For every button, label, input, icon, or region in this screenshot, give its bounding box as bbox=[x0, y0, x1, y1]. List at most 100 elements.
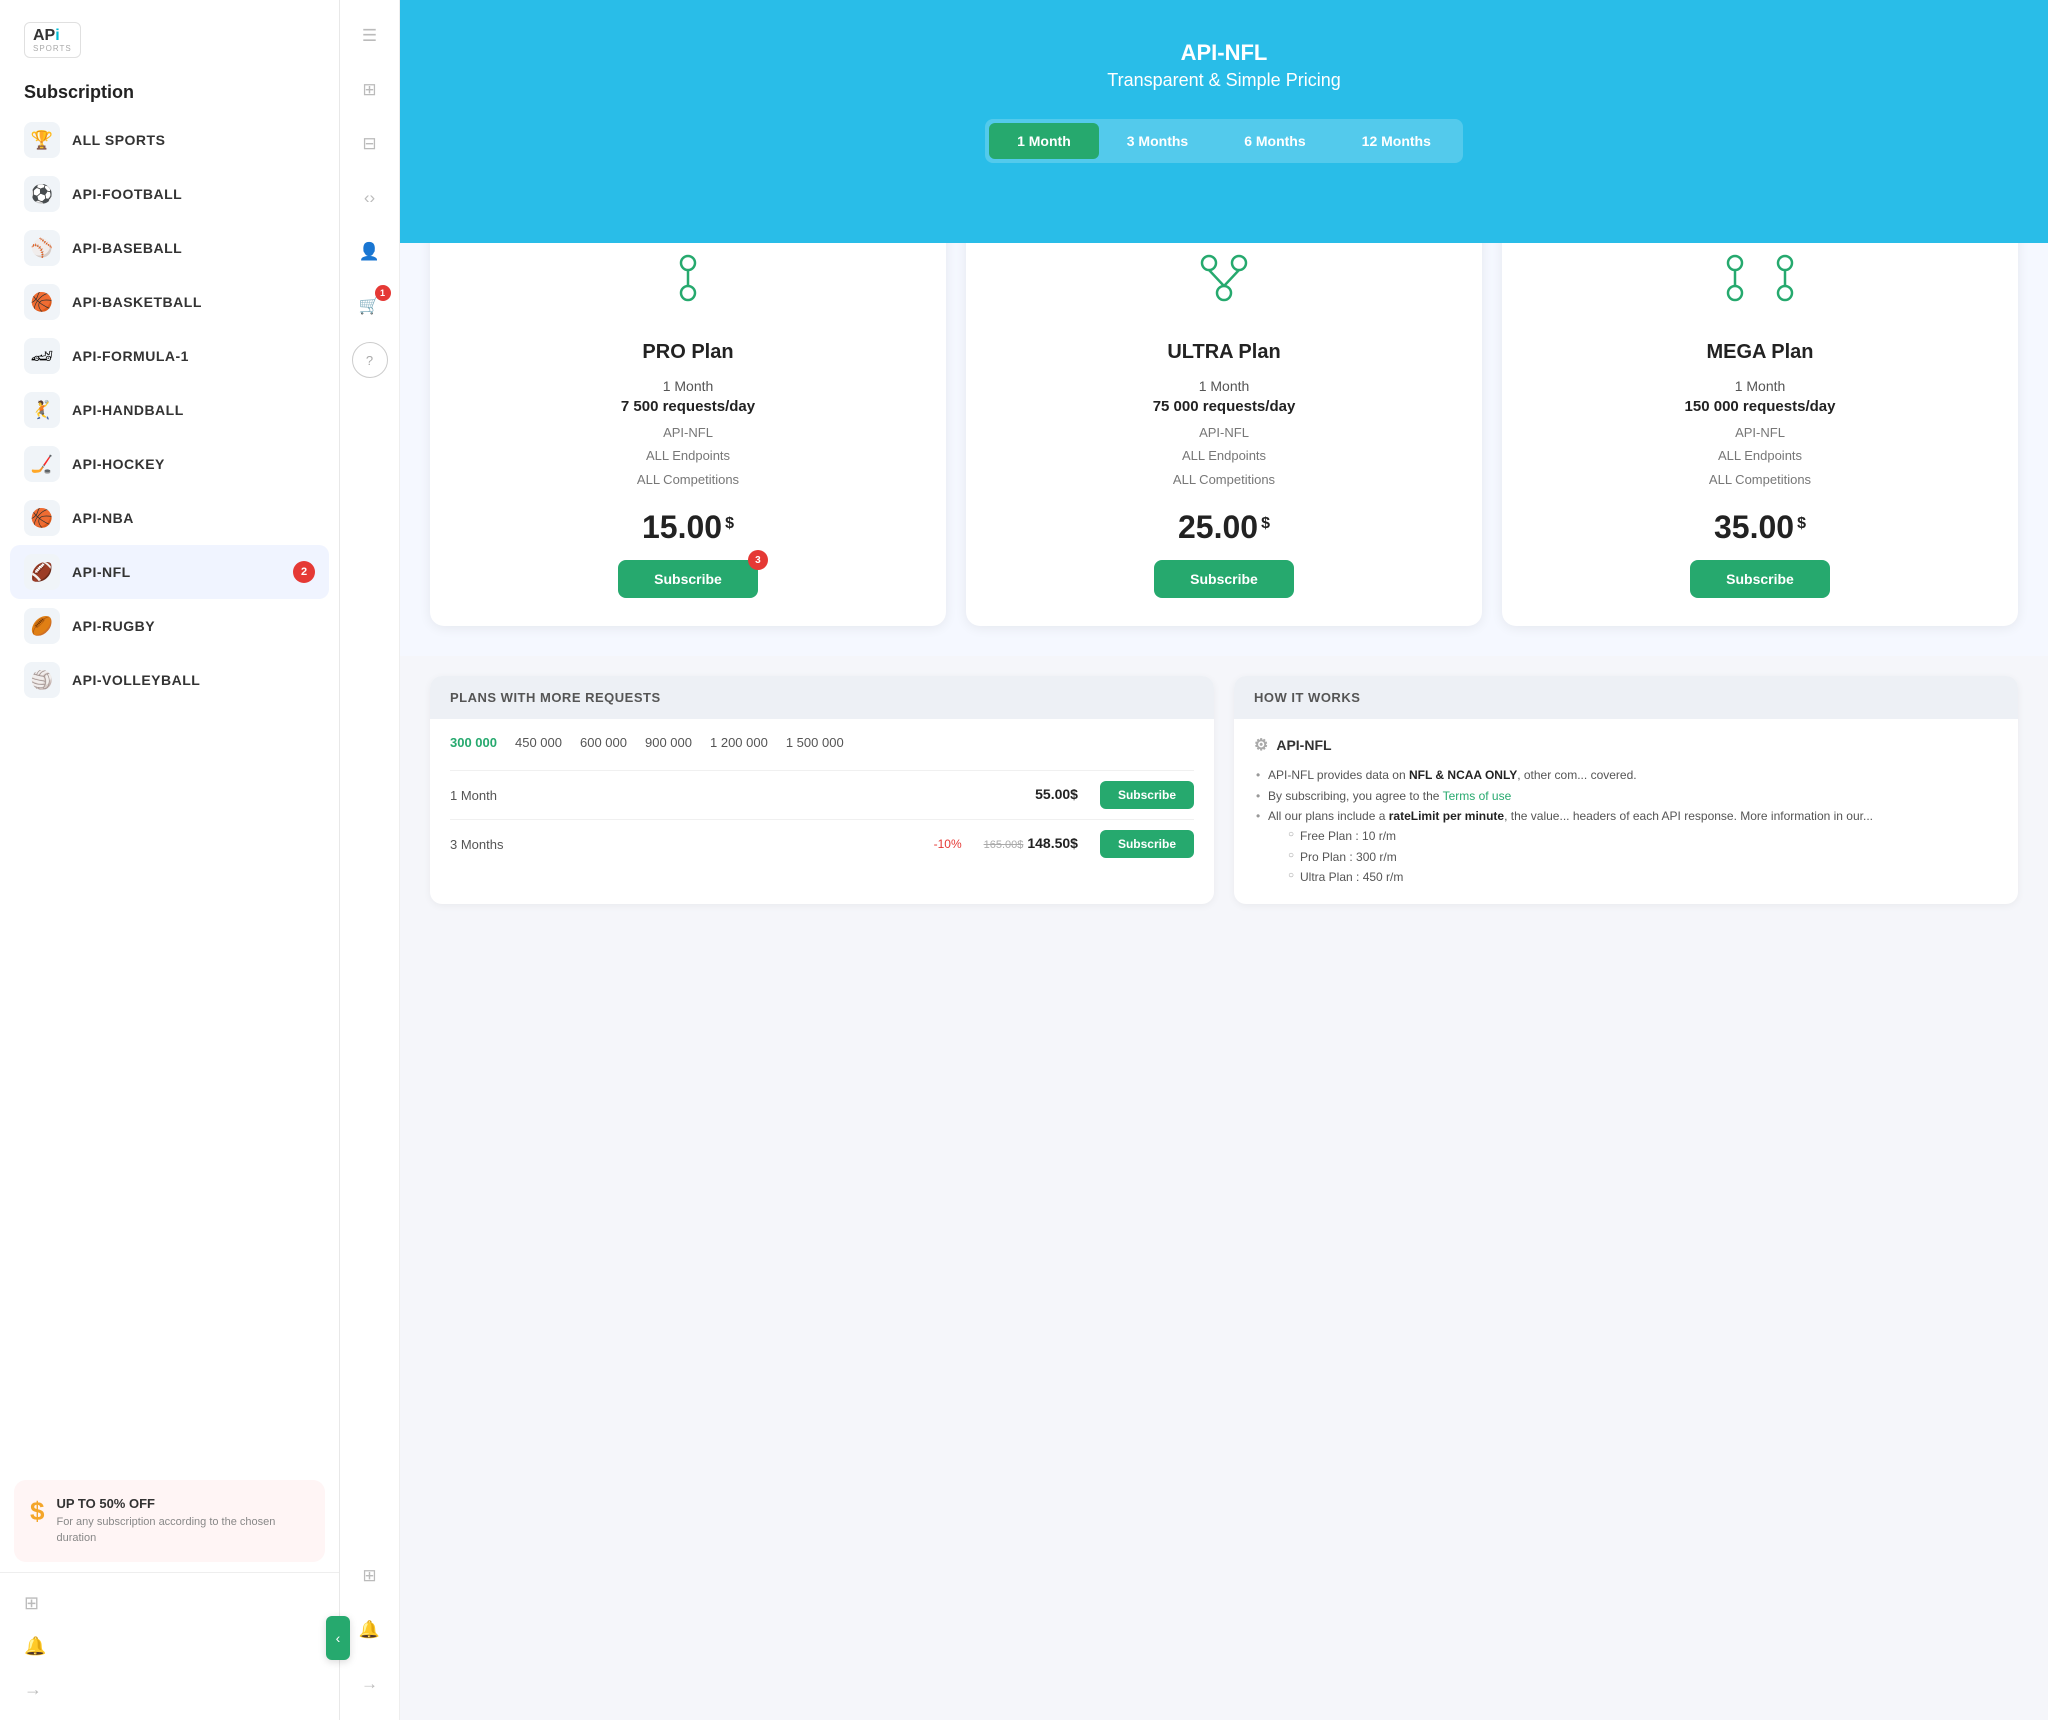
plan-row-price-1: 148.50$ bbox=[1027, 835, 1078, 851]
terms-link[interactable]: Terms of use bbox=[1443, 789, 1512, 803]
plan-row-price-0: 55.00$ bbox=[1035, 786, 1078, 802]
sidebar-item-baseball[interactable]: ⚾API-BASEBALL bbox=[10, 221, 329, 275]
subscribe-btn-wrap-ultra: Subscribe bbox=[1154, 560, 1294, 598]
logo-sports: SPORTS bbox=[33, 45, 72, 54]
sidebar-title: Subscription bbox=[0, 68, 339, 113]
handball-label: API-HANDBALL bbox=[72, 402, 184, 418]
sidebar-item-handball[interactable]: 🤾API-HANDBALL bbox=[10, 383, 329, 437]
menu-strip-icon[interactable]: ☰ bbox=[352, 18, 388, 54]
cart-strip-icon[interactable]: 🛒 1 bbox=[352, 288, 388, 324]
plan-price-value: 25.00 bbox=[1178, 509, 1258, 546]
plan-card-mega: MEGA Plan1 Month150 000 requests/dayAPI-… bbox=[1502, 203, 2018, 626]
subscribe-badge-pro: 3 bbox=[748, 550, 768, 570]
plan-feature-item: ALL Endpoints bbox=[990, 444, 1458, 467]
subscribe-btn-wrap-mega: Subscribe bbox=[1690, 560, 1830, 598]
plan-row-price-wrap-0: 55.00$ bbox=[1035, 786, 1078, 804]
bottom-sections: PLANS WITH MORE REQUESTS 300 000450 0006… bbox=[400, 656, 2048, 933]
plan-name-ultra: ULTRA Plan bbox=[990, 341, 1458, 364]
requests-amounts: 300 000450 000600 000900 0001 200 0001 5… bbox=[450, 735, 1194, 760]
plan-requests-ultra: 75 000 requests/day bbox=[990, 398, 1458, 415]
sidebar-item-volleyball[interactable]: 🏐API-VOLLEYBALL bbox=[10, 653, 329, 707]
plan-row-subscribe-btn-0[interactable]: Subscribe bbox=[1100, 781, 1194, 809]
layers-strip-icon[interactable]: ⊟ bbox=[352, 126, 388, 162]
plan-requests-mega: 150 000 requests/day bbox=[1526, 398, 1994, 415]
plan-features-mega: API-NFLALL EndpointsALL Competitions bbox=[1526, 421, 1994, 491]
subscribe-button-ultra[interactable]: Subscribe bbox=[1154, 560, 1294, 598]
period-tabs: 1 Month3 Months6 Months12 Months bbox=[985, 119, 1463, 163]
formula1-label: API-FORMULA-1 bbox=[72, 348, 189, 364]
promo-text: UP TO 50% OFF For any subscription accor… bbox=[56, 1496, 309, 1546]
collapse-sidebar-button[interactable]: ‹ bbox=[326, 1616, 350, 1660]
logout-b-icon: → bbox=[24, 1679, 42, 1700]
plan-price-pro: 15.00$ bbox=[454, 509, 922, 546]
plan-price-value: 15.00 bbox=[642, 509, 722, 546]
req-amount-0: 300 000 bbox=[450, 735, 497, 750]
rate-free: Free Plan : 10 r/m bbox=[1286, 826, 1998, 846]
nfl-badge: 2 bbox=[293, 561, 315, 583]
how-api-name: API-NFL bbox=[1276, 737, 1331, 753]
how-item-1: API-NFL provides data on NFL & NCAA ONLY… bbox=[1254, 765, 1998, 785]
sidebar-bottom-grid[interactable]: ⊞ bbox=[10, 1585, 329, 1622]
period-tab-3months[interactable]: 3 Months bbox=[1099, 123, 1216, 159]
plan-name-pro: PRO Plan bbox=[454, 341, 922, 364]
plan-row-0: 1 Month 55.00$ Subscribe bbox=[450, 770, 1194, 819]
period-tab-6months[interactable]: 6 Months bbox=[1216, 123, 1333, 159]
req-amount-5: 1 500 000 bbox=[786, 735, 844, 750]
period-tab-12months[interactable]: 12 Months bbox=[1334, 123, 1459, 159]
sidebar-item-formula1[interactable]: 🏎 API-FORMULA-1 bbox=[10, 329, 329, 383]
icon-strip: ☰ ⊞ ⊟ ‹› 👤 🛒 1 ? ⊞ 🔔 → bbox=[340, 0, 400, 1720]
sidebar-item-rugby[interactable]: 🏉 API-RUGBY bbox=[10, 599, 329, 653]
sidebar-bottom-logout[interactable]: → bbox=[10, 1671, 329, 1708]
sidebar-logo: APi SPORTS bbox=[0, 0, 339, 68]
rugby-icon: 🏉 bbox=[24, 608, 60, 644]
sidebar-item-all-sports[interactable]: 🏆ALL SPORTS bbox=[10, 113, 329, 167]
plan-feature-item: ALL Competitions bbox=[990, 468, 1458, 491]
grid-bottom-strip-icon[interactable]: ⊞ bbox=[352, 1558, 388, 1594]
subscribe-button-mega[interactable]: Subscribe bbox=[1690, 560, 1830, 598]
rugby-label: API-RUGBY bbox=[72, 618, 155, 634]
volleyball-icon: 🏐 bbox=[24, 662, 60, 698]
subscribe-btn-wrap-pro: Subscribe3 bbox=[618, 560, 758, 598]
logout-strip-icon[interactable]: → bbox=[352, 1666, 388, 1702]
football-label: API-FOOTBALL bbox=[72, 186, 182, 202]
plan-card-ultra: ULTRA Plan 1 Month 75 000 requests/day API-… bbox=[966, 203, 1482, 626]
plan-currency: $ bbox=[725, 515, 734, 533]
req-amount-2: 600 000 bbox=[580, 735, 627, 750]
sidebar-bottom: ⊞ 🔔 → bbox=[0, 1572, 339, 1720]
formula1-icon: 🏎 bbox=[24, 338, 60, 374]
hero-section: API-NFL Transparent & Simple Pricing 1 M… bbox=[400, 0, 2048, 243]
sidebar-bottom-bell[interactable]: 🔔 bbox=[10, 1628, 329, 1665]
all-sports-icon: 🏆 bbox=[24, 122, 60, 158]
plan-feature-item: API-NFL bbox=[990, 421, 1458, 444]
sidebar-item-hockey[interactable]: 🏒API-HOCKEY bbox=[10, 437, 329, 491]
plans-more-card: PLANS WITH MORE REQUESTS 300 000450 0006… bbox=[430, 676, 1214, 903]
grid-strip-icon[interactable]: ⊞ bbox=[352, 72, 388, 108]
sidebar-item-nfl[interactable]: 🏈API-NFL2 bbox=[10, 545, 329, 599]
plan-row-1: 3 Months-10%165.00$148.50$Subscribe bbox=[450, 819, 1194, 868]
gear-icon: ⚙ bbox=[1254, 735, 1268, 755]
how-item-2: By subscribing, you agree to the Terms o… bbox=[1254, 786, 1998, 806]
sidebar-item-nba[interactable]: 🏀API-NBA bbox=[10, 491, 329, 545]
plan-icon-pro bbox=[454, 233, 922, 323]
hockey-label: API-HOCKEY bbox=[72, 456, 165, 472]
sidebar-item-football[interactable]: ⚽API-FOOTBALL bbox=[10, 167, 329, 221]
plan-feature-item: ALL Endpoints bbox=[454, 444, 922, 467]
help-strip-icon[interactable]: ? bbox=[352, 342, 388, 378]
period-tab-1month[interactable]: 1 Month bbox=[989, 123, 1099, 159]
plan-features-pro: API-NFLALL EndpointsALL Competitions bbox=[454, 421, 922, 491]
code-strip-icon[interactable]: ‹› bbox=[352, 180, 388, 216]
plan-card-pro: PRO Plan1 Month7 500 requests/dayAPI-NFL… bbox=[430, 203, 946, 626]
plan-row-subscribe-btn-1[interactable]: Subscribe bbox=[1100, 830, 1194, 858]
user-strip-icon[interactable]: 👤 bbox=[352, 234, 388, 270]
plan-requests-pro: 7 500 requests/day bbox=[454, 398, 922, 415]
bell-strip-icon[interactable]: 🔔 bbox=[352, 1612, 388, 1648]
plan-feature-item: ALL Competitions bbox=[454, 468, 922, 491]
req-amount-4: 1 200 000 bbox=[710, 735, 768, 750]
plan-currency: $ bbox=[1261, 515, 1270, 533]
plan-duration-ultra: 1 Month bbox=[990, 378, 1458, 394]
subscribe-button-pro[interactable]: Subscribe bbox=[618, 560, 758, 598]
sidebar-item-basketball[interactable]: 🏀API-BASKETBALL bbox=[10, 275, 329, 329]
plan-row-discount-1: -10% bbox=[934, 837, 974, 851]
plan-row-label-0: 1 Month bbox=[450, 788, 975, 803]
basketball-label: API-BASKETBALL bbox=[72, 294, 202, 310]
